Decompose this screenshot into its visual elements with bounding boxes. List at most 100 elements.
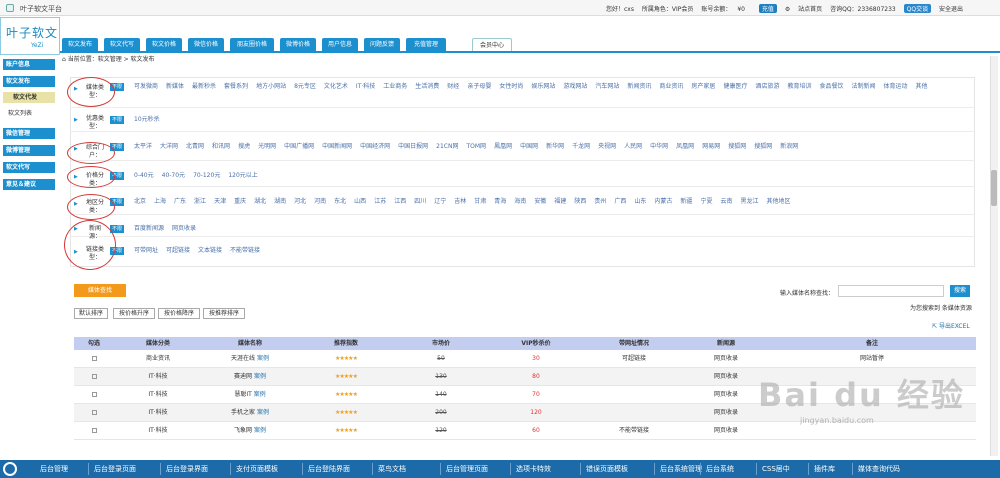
filter-option[interactable]: 中国新闻网 xyxy=(322,143,352,150)
filter-option[interactable]: 法制新闻 xyxy=(852,83,876,90)
taskbar-item[interactable]: 支付页面模板 xyxy=(236,460,278,478)
home-link[interactable]: 站点首页 xyxy=(798,6,822,13)
filter-option[interactable]: 文本链接 xyxy=(198,247,222,254)
filter-option[interactable]: 陕西 xyxy=(574,198,586,205)
sidebar-item-publish[interactable]: 软文发布 xyxy=(3,76,55,87)
sort-default-button[interactable]: 默认排序 xyxy=(74,308,108,319)
sidebar-item-write[interactable]: 软文代写 xyxy=(3,162,55,173)
tab-article-write[interactable]: 软文代写 xyxy=(104,38,140,51)
filter-option[interactable]: 中华网 xyxy=(650,143,668,150)
case-link[interactable]: 案例 xyxy=(252,373,266,380)
filter-option[interactable]: 可带网址 xyxy=(134,247,158,254)
taskbar-item[interactable]: 后台登陆界面 xyxy=(308,460,350,478)
case-link[interactable]: 案例 xyxy=(252,427,266,434)
filter-option[interactable]: 辽宁 xyxy=(434,198,446,205)
filter-option[interactable]: 央视网 xyxy=(598,143,616,150)
checkbox[interactable] xyxy=(91,428,97,433)
tab-wechat-price[interactable]: 微信价格 xyxy=(188,38,224,51)
tab-moments-price[interactable]: 朋友圈价格 xyxy=(230,38,274,51)
filter-option[interactable]: 山东 xyxy=(634,198,646,205)
filter-option[interactable]: 教育培训 xyxy=(787,83,811,90)
taskbar-item[interactable]: 媒体查询代码 xyxy=(858,460,900,478)
taskbar-item[interactable]: 菜鸟文档 xyxy=(378,460,406,478)
filter-option[interactable]: 千龙网 xyxy=(572,143,590,150)
tab-feedback[interactable]: 问题反馈 xyxy=(364,38,400,51)
filter-option[interactable]: 可发微商 xyxy=(134,83,158,90)
tab-article-publish[interactable]: 软文发布 xyxy=(62,38,98,51)
filter-option[interactable]: 贵州 xyxy=(594,198,606,205)
scrollbar[interactable] xyxy=(990,56,998,456)
filter-option[interactable]: 福建 xyxy=(554,198,566,205)
filter-option[interactable]: 新媒体 xyxy=(166,83,184,90)
filter-option[interactable]: 其他 xyxy=(916,83,928,90)
taskbar-item[interactable]: 插件库 xyxy=(814,460,835,478)
sidebar-item-wechat[interactable]: 微信管理 xyxy=(3,128,55,139)
filter-option[interactable]: 和讯网 xyxy=(212,143,230,150)
tab-member-center[interactable]: 会员中心 xyxy=(472,38,512,51)
media-name-input[interactable] xyxy=(838,285,944,297)
filter-option[interactable]: 120元以上 xyxy=(228,172,257,179)
checkbox[interactable] xyxy=(91,374,97,379)
filter-option[interactable]: 重庆 xyxy=(234,198,246,205)
filter-option[interactable]: 中国广播网 xyxy=(284,143,314,150)
filter-option[interactable]: 中国日报网 xyxy=(398,143,428,150)
sort-price-desc-button[interactable]: 按价格降序 xyxy=(158,308,200,319)
case-link[interactable]: 案例 xyxy=(255,409,269,416)
start-icon[interactable] xyxy=(3,462,17,476)
gear-icon[interactable]: ⚙ xyxy=(785,6,790,13)
taskbar-item[interactable]: 后台登录页面 xyxy=(94,460,136,478)
filter-option[interactable]: 70-120元 xyxy=(193,172,220,179)
filter-option[interactable]: 东北 xyxy=(334,198,346,205)
filter-option[interactable]: 黑龙江 xyxy=(740,198,758,205)
filter-option[interactable]: 人民网 xyxy=(624,143,642,150)
filter-option[interactable]: 搜狐网 xyxy=(728,143,746,150)
filter-option[interactable]: 新浪网 xyxy=(780,143,798,150)
taskbar-item[interactable]: 后台登录界面 xyxy=(166,460,208,478)
scrollbar-thumb[interactable] xyxy=(991,170,997,206)
filter-option[interactable]: 吉林 xyxy=(454,198,466,205)
checkbox[interactable] xyxy=(91,410,97,415)
filter-option[interactable]: 游戏网站 xyxy=(563,83,587,90)
taskbar-item[interactable]: 后台系统管理 xyxy=(660,460,702,478)
filter-option[interactable]: 套餐系列 xyxy=(224,83,248,90)
sidebar-item-suggestion[interactable]: 意见＆建议 xyxy=(3,179,55,190)
filter-option[interactable]: 新闻资讯 xyxy=(627,83,651,90)
filter-option[interactable]: 北青网 xyxy=(186,143,204,150)
filter-option[interactable]: 搜虎 xyxy=(238,143,250,150)
filter-option[interactable]: 中国经济网 xyxy=(360,143,390,150)
filter-option[interactable]: 湖北 xyxy=(254,198,266,205)
checkbox[interactable] xyxy=(91,356,97,361)
filter-option[interactable]: 广东 xyxy=(174,198,186,205)
filter-option[interactable]: 湖南 xyxy=(274,198,286,205)
filter-option[interactable]: 凤凰网 xyxy=(676,143,694,150)
filter-option[interactable]: IT·科技 xyxy=(356,83,375,90)
filter-option[interactable]: 四川 xyxy=(414,198,426,205)
taskbar-item[interactable]: 后台系统 xyxy=(706,460,734,478)
recharge-button[interactable]: 充值 xyxy=(758,4,777,13)
filter-option[interactable]: 酒店旅游 xyxy=(755,83,779,90)
qq-chat-button[interactable]: QQ交谈 xyxy=(903,4,932,13)
filter-option[interactable]: 最新秒杀 xyxy=(192,83,216,90)
filter-option[interactable]: 鳳凰网 xyxy=(494,143,512,150)
filter-option[interactable]: 可超链接 xyxy=(166,247,190,254)
filter-option[interactable]: 21CN网 xyxy=(436,143,458,150)
filter-option[interactable]: 浙江 xyxy=(194,198,206,205)
filter-option[interactable]: 40-70元 xyxy=(162,172,185,179)
filter-option[interactable]: 10元秒杀 xyxy=(134,116,160,123)
sidebar-item-article-list[interactable]: 软文列表 xyxy=(3,108,55,119)
media-search-button[interactable]: 媒体查找 xyxy=(74,284,126,297)
row-checkbox[interactable] xyxy=(74,350,114,368)
filter-option[interactable]: 上海 xyxy=(154,198,166,205)
filter-option[interactable]: 海南 xyxy=(514,198,526,205)
export-excel-button[interactable]: ⇱ 导出EXCEL xyxy=(932,321,970,330)
filter-option[interactable]: 工业商务 xyxy=(383,83,407,90)
filter-option[interactable]: 生活消费 xyxy=(415,83,439,90)
filter-option[interactable]: 搜狐网 xyxy=(754,143,772,150)
row-checkbox[interactable] xyxy=(74,368,114,386)
sort-recommend-button[interactable]: 按推荐排序 xyxy=(203,308,245,319)
filter-option[interactable]: 其他地区 xyxy=(766,198,790,205)
case-link[interactable]: 案例 xyxy=(252,391,266,398)
filter-option[interactable]: 娱乐网站 xyxy=(531,83,555,90)
filter-option[interactable]: 河北 xyxy=(294,198,306,205)
search-go-button[interactable]: 搜索 xyxy=(950,285,970,297)
